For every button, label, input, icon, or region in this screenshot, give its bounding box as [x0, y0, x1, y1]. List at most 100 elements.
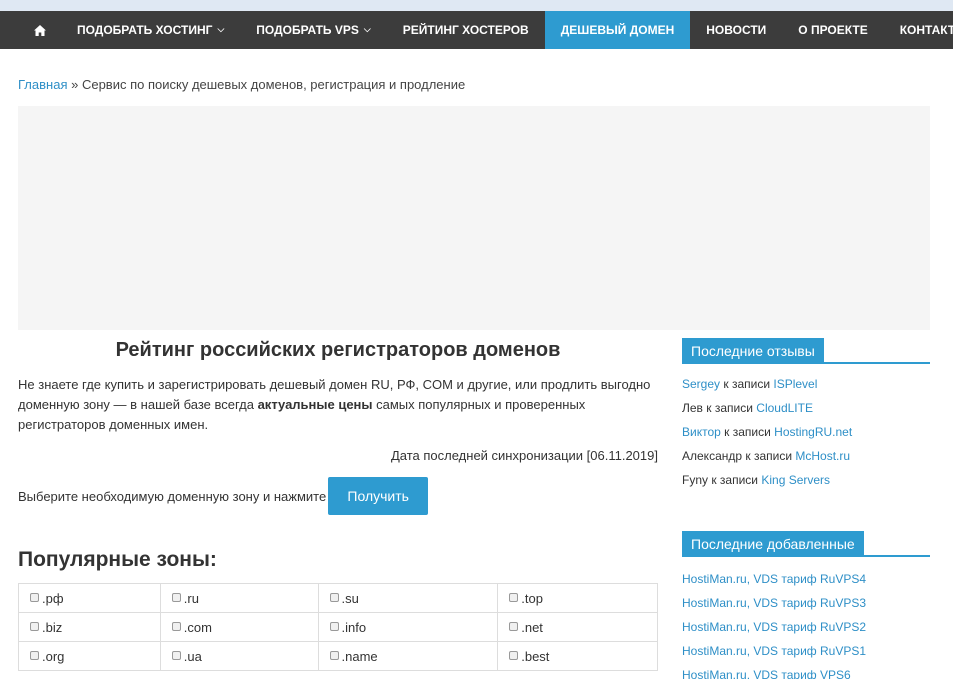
list-item: HostiMan.ru, VDS тариф RuVPS4: [682, 572, 930, 596]
zone-checkbox[interactable]: [30, 650, 39, 660]
zone-label: .info: [341, 619, 367, 635]
review-author: Лев: [682, 401, 703, 415]
ad-placeholder: [18, 106, 930, 330]
zone-label: .net: [521, 619, 543, 635]
zone-cell[interactable]: .ua: [159, 641, 319, 671]
nav-news[interactable]: НОВОСТИ: [690, 11, 782, 49]
zone-cell[interactable]: .biz: [18, 612, 161, 642]
added-item-link[interactable]: HostiMan.ru, VDS тариф RuVPS2: [682, 620, 866, 634]
zone-cell[interactable]: .name: [317, 641, 499, 671]
zone-cell[interactable]: .net: [497, 612, 658, 642]
zone-checkbox[interactable]: [171, 592, 181, 602]
review-target-link[interactable]: McHost.ru: [795, 449, 850, 463]
nav-contacts[interactable]: КОНТАКТЫ: [884, 11, 953, 49]
table-row: .org .ua .name .best: [18, 641, 658, 671]
zone-checkbox[interactable]: [329, 592, 339, 602]
review-target-link[interactable]: CloudLITE: [756, 401, 813, 415]
list-item: Виктор к записи HostingRU.net: [682, 425, 930, 449]
list-item: Sergey к записи ISPlevel: [682, 377, 930, 401]
added-list: HostiMan.ru, VDS тариф RuVPS4 HostiMan.r…: [682, 572, 930, 679]
nav-cheap-domain[interactable]: ДЕШЕВЫЙ ДОМЕН: [544, 11, 691, 49]
widget-title: Последние отзывы: [682, 338, 930, 364]
recent-reviews-title: Последние отзывы: [682, 338, 824, 364]
zone-label: .org: [42, 648, 65, 664]
zone-cell[interactable]: .рф: [18, 583, 161, 613]
breadcrumb-current: Сервис по поиску дешевых доменов, регист…: [81, 77, 466, 92]
get-button[interactable]: Получить: [328, 477, 429, 515]
zone-checkbox[interactable]: [171, 621, 181, 631]
zone-checkbox[interactable]: [509, 592, 519, 602]
review-author-link[interactable]: Виктор: [682, 425, 721, 439]
review-connector: к записи: [720, 377, 774, 391]
popular-zones-title: Популярные зоны:: [18, 548, 217, 571]
review-author-link[interactable]: Sergey: [682, 377, 720, 391]
list-item: HostiMan.ru, VDS тариф RuVPS3: [682, 596, 930, 620]
zone-label: .name: [341, 648, 378, 664]
recently-added-widget: Последние добавленные HostiMan.ru, VDS т…: [682, 531, 930, 679]
zone-cell[interactable]: .su: [317, 583, 499, 613]
chevron-down-icon: ⌵: [217, 23, 225, 34]
nav-about[interactable]: О ПРОЕКТЕ: [782, 11, 883, 49]
zone-cell[interactable]: .org: [18, 641, 161, 671]
zone-label: .best: [521, 648, 550, 664]
nav-pick-vps[interactable]: ПОДОБРАТЬ VPS ⌵: [240, 11, 386, 49]
review-connector: к записи: [742, 449, 796, 463]
zone-cell[interactable]: .top: [497, 583, 658, 613]
zone-checkbox[interactable]: [30, 592, 39, 602]
zones-table: .рф .ru .su .top .biz .com .info .net .o…: [18, 583, 658, 671]
main-content: Рейтинг российских регистраторов доменов…: [18, 330, 658, 671]
review-target-link[interactable]: King Servers: [761, 473, 830, 487]
zone-cell[interactable]: .com: [159, 612, 319, 642]
table-row: .biz .com .info .net: [18, 612, 658, 642]
zone-checkbox[interactable]: [329, 650, 339, 660]
zone-cell[interactable]: .best: [497, 641, 658, 671]
nav-pick-hosting-label: ПОДОБРАТЬ ХОСТИНГ: [77, 23, 213, 37]
zone-label: .com: [183, 619, 212, 635]
zone-cell[interactable]: .info: [317, 612, 499, 642]
table-row: .рф .ru .su .top: [18, 583, 658, 613]
sync-date: Дата последней синхронизации [06.11.2019…: [390, 448, 658, 463]
review-connector: к записи: [702, 401, 757, 415]
review-target-link[interactable]: HostingRU.net: [774, 425, 852, 439]
review-author: Fyny: [682, 473, 709, 487]
list-item: Fyny к записи King Servers: [682, 473, 930, 497]
breadcrumb-separator: »: [67, 77, 82, 92]
zone-label: .biz: [42, 619, 63, 635]
review-target-link[interactable]: ISPlevel: [773, 377, 817, 391]
zone-label: .ua: [183, 648, 202, 664]
review-connector: к записи: [708, 473, 762, 487]
nav-hosters-rating-label: РЕЙТИНГ ХОСТЕРОВ: [402, 23, 529, 37]
list-item: Лев к записи CloudLITE: [682, 401, 930, 425]
zone-label: .ru: [183, 590, 199, 606]
nav-cheap-domain-label: ДЕШЕВЫЙ ДОМЕН: [560, 23, 675, 37]
zone-checkbox[interactable]: [329, 621, 339, 631]
zone-label: .su: [341, 590, 359, 606]
zone-checkbox[interactable]: [509, 621, 519, 631]
home-icon: [34, 24, 46, 36]
breadcrumb-home-link[interactable]: Главная: [18, 77, 67, 92]
chevron-down-icon: ⌵: [363, 23, 371, 34]
nav-hosters-rating[interactable]: РЕЙТИНГ ХОСТЕРОВ: [387, 11, 545, 49]
added-item-link[interactable]: HostiMan.ru, VDS тариф RuVPS1: [682, 644, 866, 658]
nav-contacts-label: КОНТАКТЫ: [899, 23, 953, 37]
nav-home[interactable]: [20, 11, 61, 49]
recently-added-title: Последние добавленные: [682, 531, 864, 557]
list-item: HostiMan.ru, VDS тариф VPS6: [682, 668, 930, 679]
widget-title: Последние добавленные: [682, 531, 930, 557]
zone-checkbox[interactable]: [30, 621, 39, 631]
added-item-link[interactable]: HostiMan.ru, VDS тариф RuVPS3: [682, 596, 866, 610]
zone-label: .top: [521, 590, 543, 606]
zone-checkbox[interactable]: [509, 650, 519, 660]
nav-pick-hosting[interactable]: ПОДОБРАТЬ ХОСТИНГ ⌵: [61, 11, 240, 49]
intro-paragraph: Не знаете где купить и зарегистрировать …: [18, 375, 658, 435]
sidebar: Последние отзывы Sergey к записи ISPleve…: [682, 338, 930, 679]
added-item-link[interactable]: HostiMan.ru, VDS тариф VPS6: [682, 668, 851, 679]
nav-news-label: НОВОСТИ: [706, 23, 767, 37]
get-row: Выберите необходимую доменную зону и наж…: [18, 477, 658, 515]
reviews-list: Sergey к записи ISPlevel Лев к записи Cl…: [682, 377, 930, 497]
zone-cell[interactable]: .ru: [159, 583, 319, 613]
list-item: Александр к записи McHost.ru: [682, 449, 930, 473]
added-item-link[interactable]: HostiMan.ru, VDS тариф RuVPS4: [682, 572, 866, 586]
zone-checkbox[interactable]: [171, 650, 181, 660]
top-strip: [0, 0, 953, 11]
